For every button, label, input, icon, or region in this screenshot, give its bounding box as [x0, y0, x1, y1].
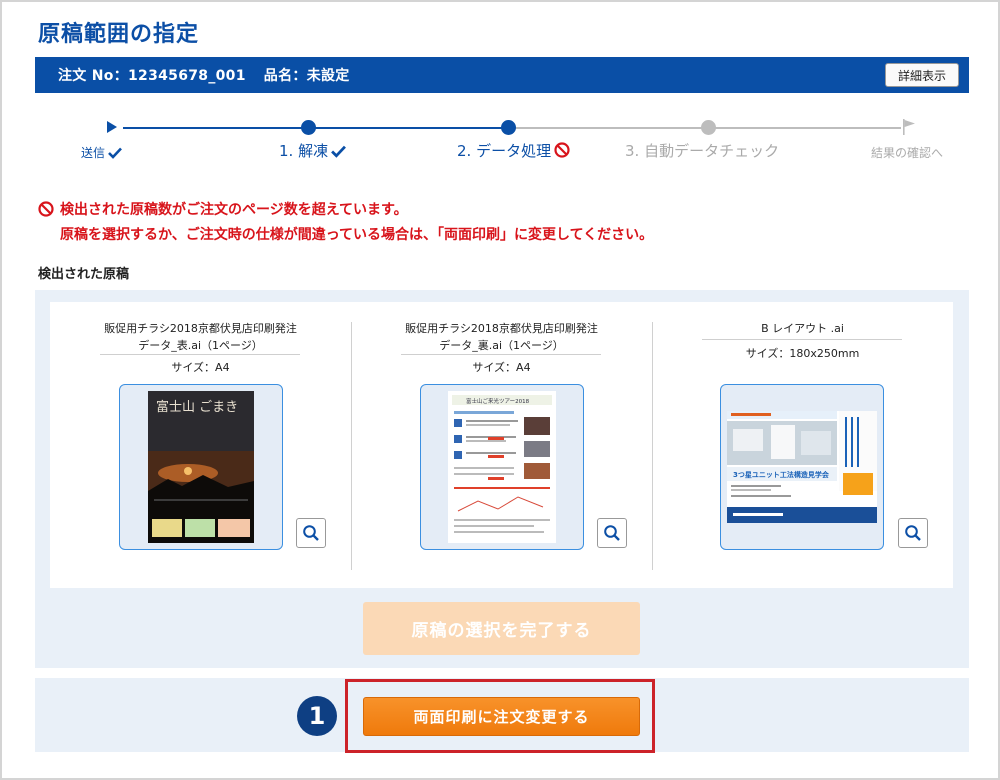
file-title-line2: データ_表.ai（1ページ）: [138, 339, 263, 352]
file-title-line1: B レイアウト .ai: [761, 322, 844, 335]
order-info-bar: 注文 No：12345678_001 品名：未設定 詳細表示: [35, 57, 969, 93]
flyer-front-thumbnail: 富士山 ごまき: [148, 391, 254, 543]
step-label-auto-check: 3. 自動データチェック: [625, 142, 780, 160]
thumb-text: 3つ星ユニット工法構造見学会: [733, 470, 830, 479]
item-name-label: 品名：: [263, 68, 307, 84]
page-title: 原稿範囲の指定: [38, 22, 200, 47]
check-icon: [108, 147, 122, 159]
file-cards: 販促用チラシ2018京都伏見店印刷発注 データ_表.ai（1ページ） サイズ：A…: [50, 302, 953, 588]
flyer-back-thumbnail: 富士山ご来光ツアー2018: [448, 391, 556, 543]
file-title-line1: 販促用チラシ2018京都伏見店印刷発注: [405, 322, 598, 335]
progress-line-4: [715, 127, 901, 129]
step-number-badge: 1: [297, 696, 337, 736]
file-thumbnail-2[interactable]: 富士山ご来光ツアー2018: [420, 384, 584, 550]
thumb-text: 富士山ご来光ツアー2018: [466, 397, 530, 405]
file-thumbnail-3[interactable]: 3つ星ユニット工法構造見学会: [720, 384, 884, 550]
flag-icon: [903, 119, 915, 135]
file-thumbnail-1[interactable]: 富士山 ごまき: [119, 384, 283, 550]
file-title-line1: 販促用チラシ2018京都伏見店印刷発注: [104, 322, 297, 335]
step-dot-3: [701, 120, 716, 135]
magnifier-icon: [905, 525, 921, 541]
file-size: サイズ：A4: [472, 361, 531, 374]
b-layout-thumbnail: 3つ星ユニット工法構造見学会: [727, 411, 877, 523]
prohibited-icon: [38, 201, 54, 217]
error-message-line1: 検出された原稿数がご注文のページ数を超えています。: [38, 199, 408, 219]
order-no-value: 12345678_001: [128, 68, 246, 84]
file-card-2: 販促用チラシ2018京都伏見店印刷発注 データ_裏.ai（1ページ） サイズ：A…: [351, 302, 652, 588]
check-icon: [331, 145, 347, 158]
zoom-button-1[interactable]: [296, 518, 326, 548]
file-card-3: B レイアウト .ai サイズ：180x250mm 3つ星ユニット工法構造見学会: [652, 302, 953, 588]
play-icon: [107, 121, 117, 133]
magnifier-icon: [604, 525, 620, 541]
step-dot-2: [501, 120, 516, 135]
thumb-text: 富士山 ごまき: [156, 399, 238, 415]
step-label-result: 結果の確認へ: [871, 146, 944, 160]
file-size: サイズ：180x250mm: [745, 347, 860, 360]
order-no-label: 注文 No：: [58, 68, 129, 84]
step-label-send: 送信: [81, 144, 122, 161]
step-label-data-processing: 2. データ処理: [457, 140, 570, 161]
complete-selection-button[interactable]: 原稿の選択を完了する: [363, 602, 640, 655]
error-message-line2: 原稿を選択するか、ご注文時の仕様が間違っている場合は、「両面印刷」に変更してくだ…: [60, 227, 654, 243]
prohibited-icon: [554, 142, 570, 158]
zoom-button-2[interactable]: [597, 518, 627, 548]
progress-line-2: [317, 127, 503, 129]
item-name-value: 未設定: [306, 68, 350, 84]
step-dot-1: [301, 120, 316, 135]
magnifier-icon: [303, 525, 319, 541]
order-info-text: 注文 No：12345678_001 品名：未設定: [58, 65, 350, 85]
detected-section-label: 検出された原稿: [38, 267, 130, 282]
detail-view-button[interactable]: 詳細表示: [884, 63, 959, 87]
file-card-1: 販促用チラシ2018京都伏見店印刷発注 データ_表.ai（1ページ） サイズ：A…: [50, 302, 351, 588]
progress-tracker: 送信 1. 解凍 2. データ処理 3. 自動データチェック 結果の確認へ: [35, 110, 969, 170]
change-to-duplex-button[interactable]: 両面印刷に注文変更する: [363, 697, 640, 736]
zoom-button-3[interactable]: [898, 518, 928, 548]
file-title-line2: データ_裏.ai（1ページ）: [439, 339, 564, 352]
step-label-unzip: 1. 解凍: [279, 140, 347, 161]
progress-line-1: [123, 127, 319, 129]
progress-line-3: [515, 127, 703, 129]
file-size: サイズ：A4: [171, 361, 230, 374]
